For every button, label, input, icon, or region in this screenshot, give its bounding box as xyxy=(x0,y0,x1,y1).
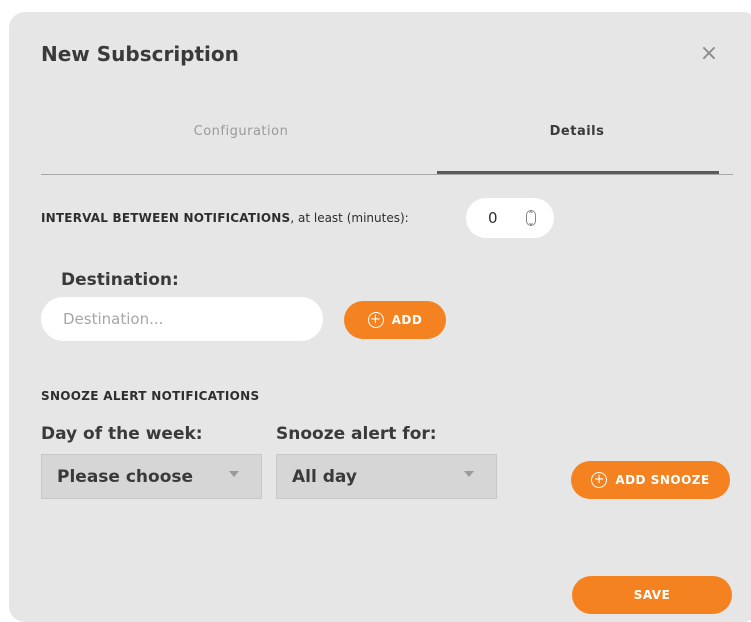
add-destination-button[interactable]: + ADD xyxy=(344,301,446,339)
add-destination-label: ADD xyxy=(391,313,423,327)
close-icon[interactable]: × xyxy=(699,43,719,65)
caret-down-icon xyxy=(229,471,239,477)
new-subscription-dialog: New Subscription × Configuration Details… xyxy=(9,12,751,622)
caret-down-icon xyxy=(464,471,474,477)
destination-label: Destination: xyxy=(61,270,179,290)
snooze-for-value: All day xyxy=(292,467,357,487)
spinner-arrows-icon[interactable]: ⌃ ⌄ xyxy=(526,210,536,227)
plus-circle-icon: + xyxy=(591,472,608,488)
snooze-for-label: Snooze alert for: xyxy=(276,424,437,444)
interval-stepper[interactable]: 0 ⌃ ⌄ xyxy=(466,198,554,238)
day-of-week-label: Day of the week: xyxy=(41,424,203,444)
plus-circle-icon: + xyxy=(367,312,384,328)
snooze-heading: SNOOZE ALERT NOTIFICATIONS xyxy=(41,389,260,403)
day-of-week-value: Please choose xyxy=(57,467,194,487)
active-tab-indicator xyxy=(437,171,719,174)
save-button[interactable]: SAVE xyxy=(572,576,732,614)
tab-bar: Configuration Details xyxy=(41,120,733,175)
day-of-week-select[interactable]: Please choose xyxy=(41,454,262,499)
snooze-for-select[interactable]: All day xyxy=(276,454,497,499)
destination-input[interactable] xyxy=(41,297,323,341)
interval-label-rest: , at least (minutes): xyxy=(290,211,409,225)
tab-details[interactable]: Details xyxy=(437,120,717,174)
interval-label-bold: INTERVAL BETWEEN NOTIFICATIONS xyxy=(41,211,291,225)
dialog-title: New Subscription xyxy=(41,42,239,66)
tab-configuration[interactable]: Configuration xyxy=(101,120,381,174)
interval-value[interactable]: 0 xyxy=(488,209,498,227)
add-snooze-button[interactable]: + ADD SNOOZE xyxy=(571,461,730,499)
interval-label: INTERVAL BETWEEN NOTIFICATIONS, at least… xyxy=(41,211,409,225)
add-snooze-label: ADD SNOOZE xyxy=(615,473,710,487)
